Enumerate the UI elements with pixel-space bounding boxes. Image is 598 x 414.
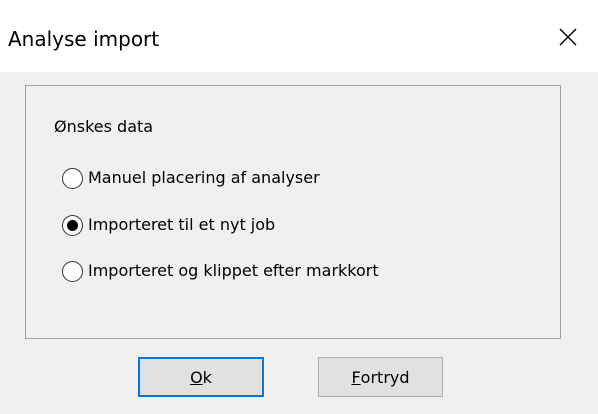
radio-import-new-job[interactable]: Importeret til et nyt job xyxy=(62,212,275,238)
radio-label: Importeret og klippet efter markkort xyxy=(88,261,379,280)
options-group-box: Ønskes data Manuel placering af analyser… xyxy=(25,85,561,339)
radio-label: Manuel placering af analyser xyxy=(88,168,320,187)
close-button[interactable] xyxy=(538,14,598,60)
ok-button[interactable]: Ok xyxy=(138,357,264,397)
close-icon xyxy=(559,28,577,46)
title-bar: Analyse import xyxy=(0,0,598,72)
radio-manual-placement[interactable]: Manuel placering af analyser xyxy=(62,165,320,191)
analyse-import-dialog: Analyse import Ønskes data Manuel placer… xyxy=(0,0,598,414)
radio-button[interactable] xyxy=(62,260,83,282)
radio-import-clipped[interactable]: Importeret og klippet efter markkort xyxy=(62,258,379,284)
radio-selected-dot xyxy=(67,219,78,231)
radio-label: Importeret til et nyt job xyxy=(88,215,276,234)
radio-button[interactable] xyxy=(62,214,83,236)
ok-label-rest: k xyxy=(202,367,212,387)
group-label: Ønskes data xyxy=(54,117,154,136)
window-title: Analyse import xyxy=(8,27,160,51)
cancel-label-rest: ortryd xyxy=(360,367,410,387)
cancel-accel: F xyxy=(351,367,361,387)
radio-button[interactable] xyxy=(62,167,83,189)
ok-accel: O xyxy=(190,367,203,387)
cancel-button[interactable]: Fortryd xyxy=(318,357,443,397)
